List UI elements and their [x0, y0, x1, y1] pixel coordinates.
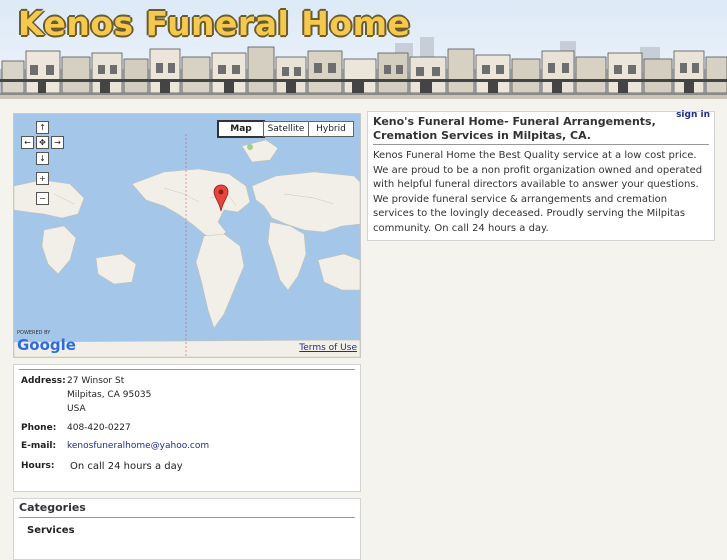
zoom-in-button[interactable]: + — [36, 172, 49, 185]
phone-label: Phone: — [21, 423, 57, 433]
listing-description: Kenos Funeral Home the Best Quality serv… — [373, 150, 703, 234]
divider — [373, 144, 709, 145]
listing-title: Keno's Funeral Home- Funeral Arrangement… — [373, 115, 656, 142]
zoom-out-button[interactable]: − — [36, 192, 49, 205]
world-map-tiles — [14, 134, 360, 357]
divider — [19, 369, 355, 370]
category-services[interactable]: Services — [27, 525, 75, 536]
phone-value: 408-420-0227 — [67, 423, 131, 433]
map-type-map-button[interactable]: Map — [217, 120, 265, 138]
hours-label: Hours: — [21, 461, 55, 471]
address-line1: 27 Winsor St — [67, 376, 125, 386]
email-link[interactable]: kenosfuneralhome@yahoo.com — [67, 439, 209, 454]
contact-panel: Address: 27 Winsor St Milpitas, CA 95035… — [13, 364, 361, 492]
address-line3: USA — [67, 404, 86, 414]
email-label: E-mail: — [21, 441, 57, 451]
location-pin-icon[interactable] — [213, 184, 229, 212]
listing-panel: sign in Keno's Funeral Home- Funeral Arr… — [367, 110, 715, 241]
town-skyline-illustration — [0, 37, 727, 95]
pan-down-button[interactable]: ↓ — [36, 152, 49, 165]
pan-center-button[interactable]: ✥ — [36, 136, 49, 149]
map-type-satellite-button[interactable]: Satellite — [263, 121, 309, 137]
hours-value: On call 24 hours a day — [70, 461, 183, 472]
address-line2: Milpitas, CA 95035 — [67, 390, 152, 400]
email-link-text[interactable]: kenosfuneralhome@yahoo.com — [67, 441, 209, 451]
pan-up-button[interactable]: ↑ — [36, 121, 49, 134]
google-map[interactable]: ↑ ← ✥ → ↓ + − Map Satellite Hybrid POWER… — [13, 113, 361, 358]
map-type-hybrid-button[interactable]: Hybrid — [308, 121, 354, 137]
terms-of-use-link[interactable]: Terms of Use — [299, 343, 357, 353]
categories-heading: Categories — [19, 501, 86, 514]
site-banner: Kenos Funeral Home — [0, 0, 727, 99]
divider — [19, 517, 355, 518]
pan-right-button[interactable]: → — [51, 136, 64, 149]
pan-left-button[interactable]: ← — [21, 136, 34, 149]
categories-panel: Categories Services — [13, 498, 361, 560]
address-label: Address: — [21, 376, 66, 386]
google-logo: Google — [17, 336, 76, 354]
